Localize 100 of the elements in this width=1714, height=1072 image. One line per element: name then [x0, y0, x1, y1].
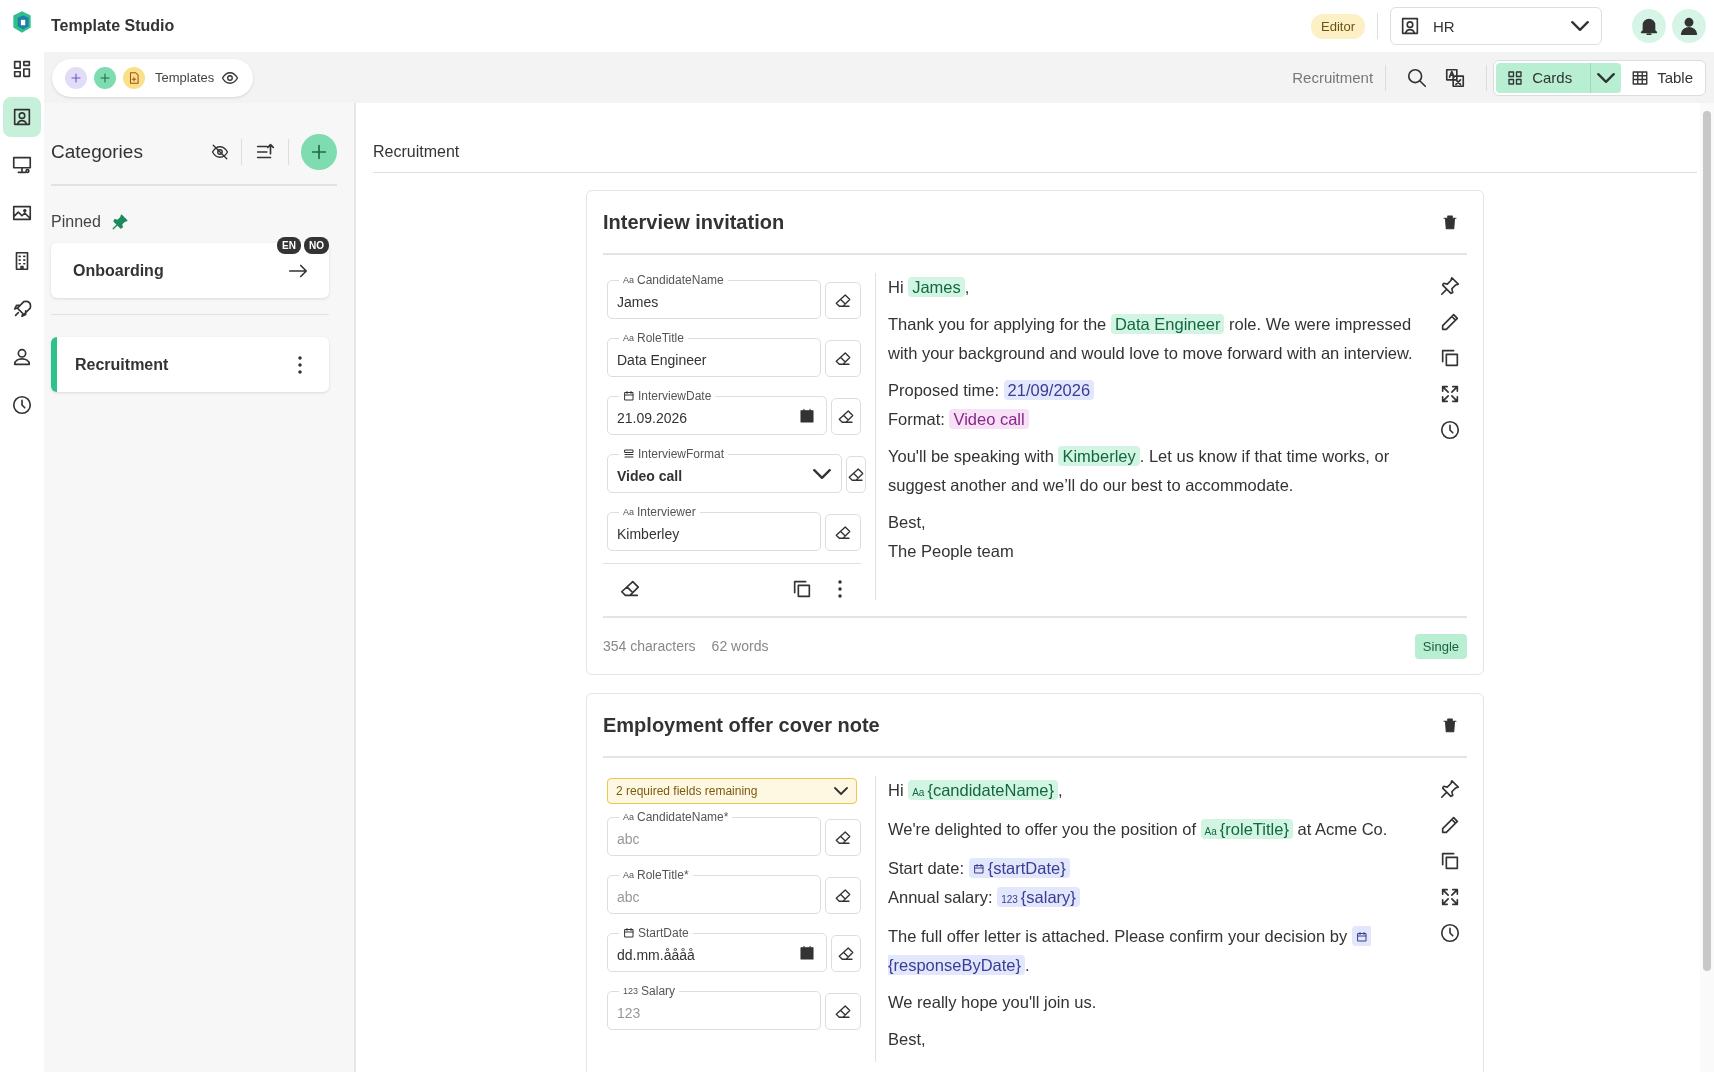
- clear-button[interactable]: [831, 935, 861, 972]
- history-icon[interactable]: [1439, 922, 1461, 944]
- clear-button[interactable]: [846, 456, 866, 493]
- message-text: We really hope you'll join us.: [888, 992, 1098, 1013]
- trash-icon[interactable]: [1441, 213, 1459, 231]
- field-input[interactable]: abc: [617, 886, 810, 907]
- field-input[interactable]: Video call: [617, 465, 813, 486]
- eraser-icon: [834, 1002, 852, 1021]
- plus-icon: [69, 70, 83, 85]
- message-text: Format: Video call: [888, 405, 1417, 434]
- expand-icon[interactable]: [1439, 886, 1461, 908]
- clear-button[interactable]: [825, 819, 861, 856]
- calendar-icon: [798, 406, 816, 425]
- message-text: Hi James ,: [888, 276, 971, 299]
- workspace-value: HR: [1433, 17, 1456, 35]
- field-input[interactable]: Data Engineer: [617, 349, 810, 370]
- scrollbar[interactable]: [1700, 103, 1714, 1072]
- language-badge: EN: [277, 237, 301, 254]
- role-badge: Editor: [1311, 13, 1365, 39]
- template-title: Interview invitation: [603, 210, 785, 234]
- translate-icon[interactable]: [1444, 66, 1467, 89]
- clear-button[interactable]: [825, 340, 861, 377]
- category-card[interactable]: Recruitment: [51, 337, 329, 392]
- message-text: Thank you for applying for the Data Engineer role. We were impressed with your background and would love to move forward with an interview.: [888, 313, 1414, 364]
- grid-icon: [1506, 68, 1525, 87]
- field-input[interactable]: abc: [617, 828, 810, 849]
- pin-icon[interactable]: [1439, 778, 1461, 800]
- monitor-icon: [11, 154, 33, 176]
- word-count: 62 words: [711, 638, 769, 654]
- eraser-icon: [837, 407, 855, 426]
- edit-icon[interactable]: [1439, 814, 1461, 836]
- copy-icon[interactable]: [1439, 850, 1461, 872]
- history-icon[interactable]: [1439, 419, 1461, 441]
- templates-label: Templates: [155, 70, 215, 85]
- message-text: Annual salary: 123 {salary}: [888, 883, 1417, 914]
- message-text: Hi Aa {candidateName} ,: [888, 779, 1064, 802]
- message-text: You'll be speaking with Kimberley . Let us know if that time works, or suggest another and we’ll do our best to accommodate.: [888, 445, 1391, 496]
- eraser-icon: [834, 523, 852, 542]
- new-document-button[interactable]: [123, 66, 145, 89]
- requirement-dropdown[interactable]: 2 required fields remaining: [607, 778, 857, 804]
- copy-icon[interactable]: [791, 578, 813, 600]
- chevron-icon: [834, 784, 848, 798]
- language-badge: NO: [304, 237, 329, 254]
- message-text: Best,: [888, 1029, 927, 1050]
- requirement-text: 2 required fields remaining: [616, 784, 758, 798]
- add-button[interactable]: [65, 66, 87, 89]
- calendar-icon: [623, 390, 635, 402]
- categories-title: Categories: [51, 141, 143, 163]
- field-input[interactable]: 21.09.2026: [617, 407, 798, 428]
- clear-button[interactable]: [825, 282, 861, 319]
- calendar-icon: [798, 943, 816, 962]
- field-input[interactable]: 123: [617, 1002, 810, 1023]
- eraser-icon: [834, 349, 852, 368]
- breadcrumb: Recruitment: [1292, 69, 1374, 86]
- list-icon: [623, 448, 635, 460]
- add-button[interactable]: [94, 66, 116, 89]
- dashboard-icon: [11, 58, 33, 80]
- account-button[interactable]: [1672, 9, 1706, 43]
- trash-icon[interactable]: [1441, 716, 1459, 734]
- person-icon: [11, 346, 33, 368]
- plus-icon: [98, 70, 112, 85]
- pinned-label: Pinned: [51, 213, 101, 231]
- pin-icon[interactable]: [1439, 275, 1461, 297]
- copy-icon[interactable]: [1439, 347, 1461, 369]
- template-title: Employment offer cover note: [603, 713, 880, 737]
- app-title: Template Studio: [51, 17, 175, 35]
- eraser-icon: [834, 828, 852, 847]
- workspace-select[interactable]: HR: [1390, 7, 1602, 45]
- clear-button[interactable]: [825, 877, 861, 914]
- calendar-icon: [1355, 931, 1368, 943]
- message-text: Start date: {startDate}: [888, 854, 1417, 883]
- category-name: Onboarding: [73, 261, 164, 280]
- clear-button[interactable]: [825, 993, 861, 1030]
- character-count: 354 characters: [603, 638, 696, 654]
- eraser-icon: [834, 886, 852, 905]
- expand-icon[interactable]: [1439, 383, 1461, 405]
- mode-badge: Single: [1414, 633, 1467, 659]
- message-text: Best,: [888, 512, 927, 533]
- edit-icon[interactable]: [1439, 311, 1461, 333]
- calendar-icon: [972, 863, 985, 875]
- add-category-button[interactable]: [301, 134, 337, 170]
- contact-icon: [11, 106, 33, 128]
- eraser-icon: [837, 944, 855, 963]
- user-icon: [1678, 15, 1700, 37]
- hidden-icon[interactable]: [211, 143, 229, 161]
- nav-item[interactable]: [3, 97, 41, 137]
- view-tab[interactable]: Table: [1621, 62, 1703, 93]
- message-text: Proposed time: 21/09/2026: [888, 376, 1417, 405]
- calendar-icon: [623, 927, 635, 939]
- view-tab[interactable]: Cards: [1496, 62, 1622, 93]
- contact-icon: [1399, 15, 1421, 37]
- clear-button[interactable]: [831, 398, 861, 435]
- clear-button[interactable]: [825, 514, 861, 551]
- eraser-icon: [834, 291, 852, 310]
- search-icon[interactable]: [1406, 66, 1429, 89]
- notification-button[interactable]: [1632, 9, 1666, 43]
- field-input[interactable]: James: [617, 291, 810, 312]
- field-input[interactable]: Kimberley: [617, 523, 810, 544]
- field-input[interactable]: dd.mm.åååå: [617, 944, 798, 965]
- clock-icon: [11, 394, 33, 416]
